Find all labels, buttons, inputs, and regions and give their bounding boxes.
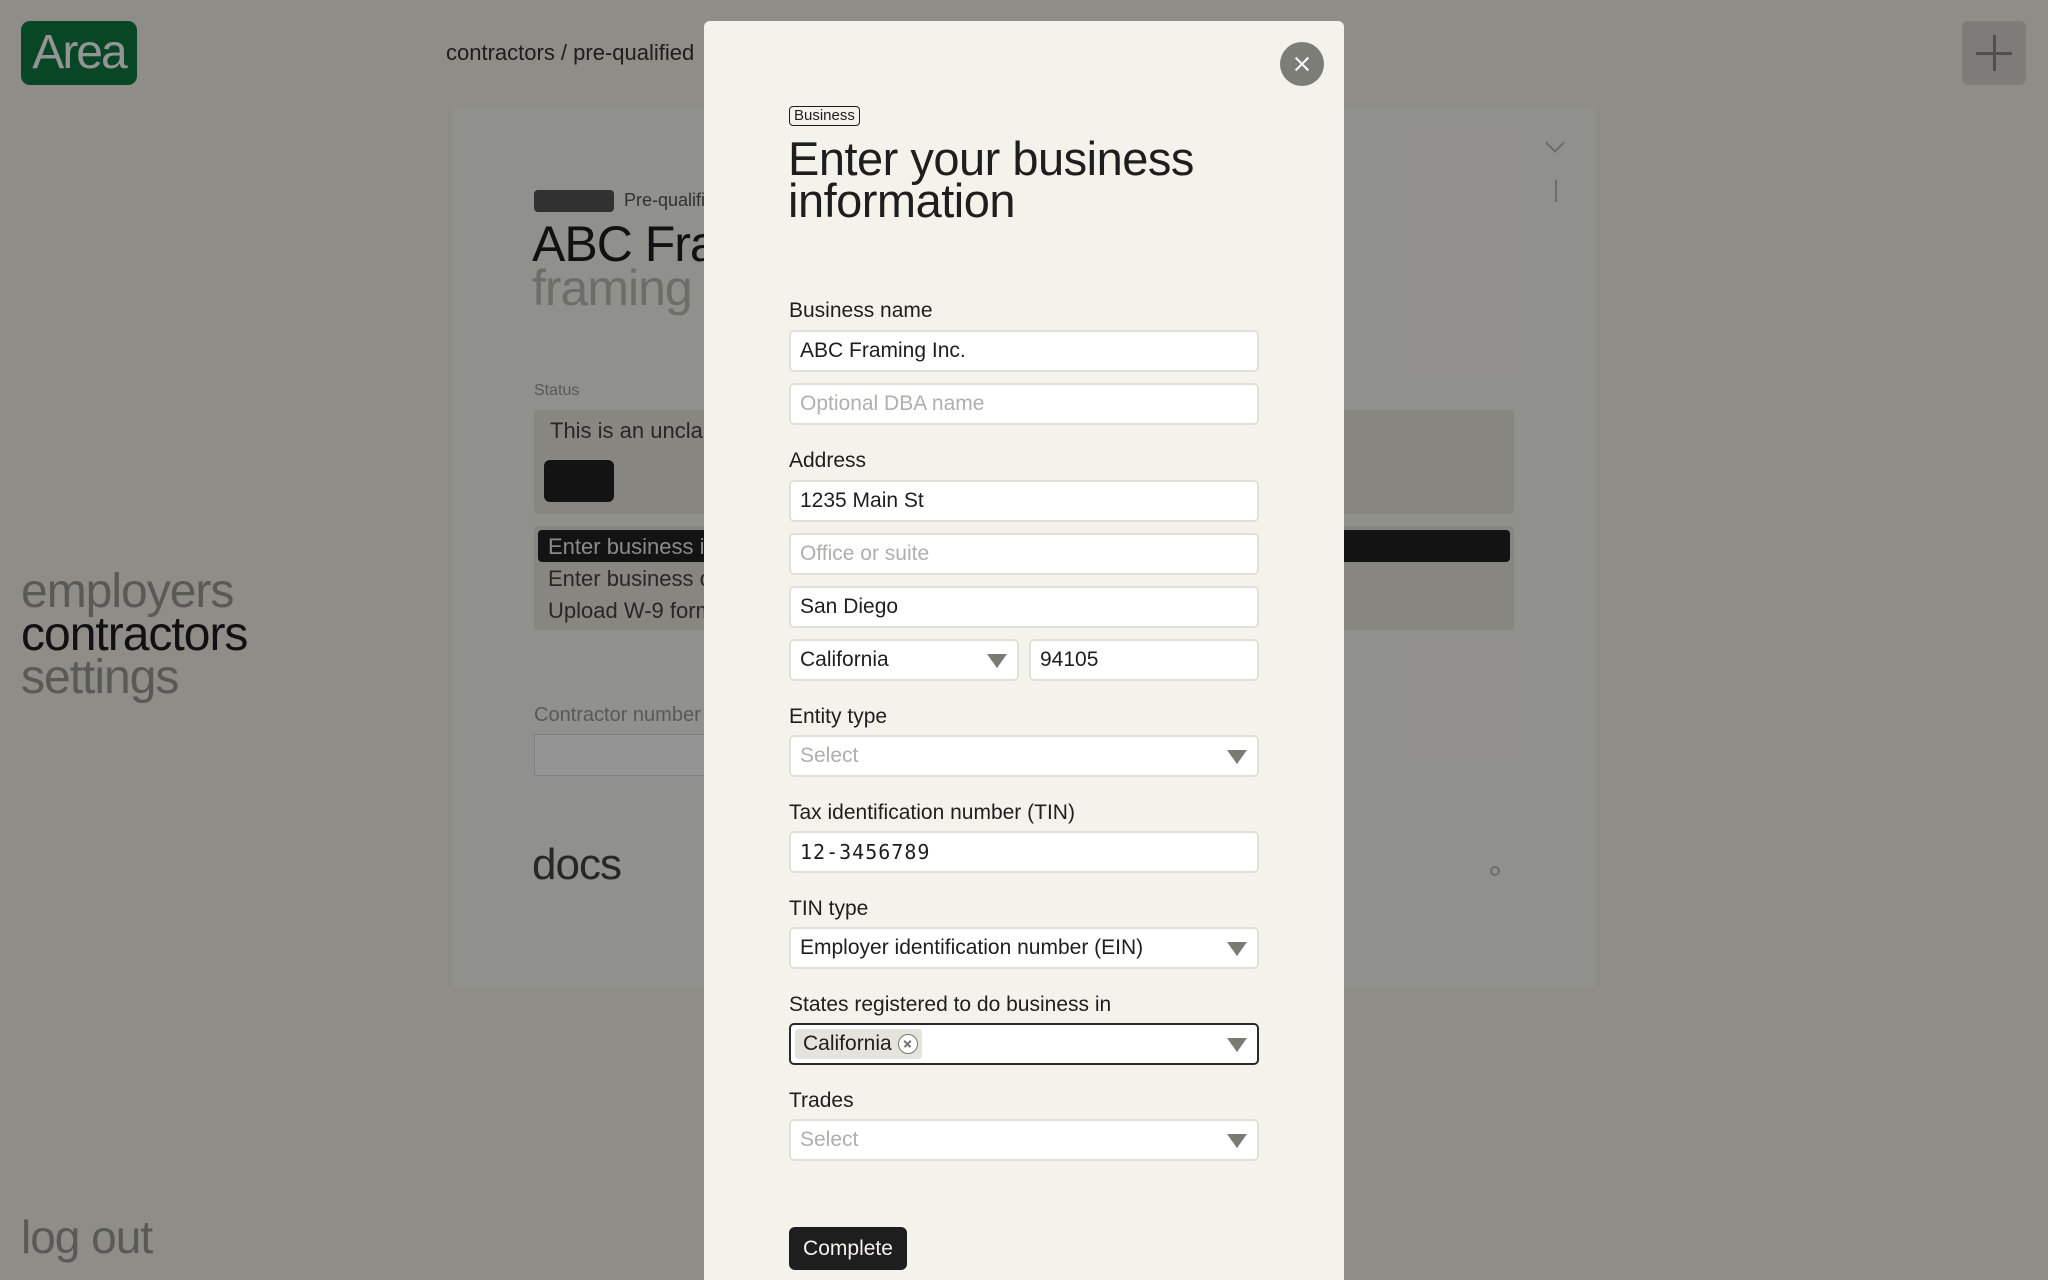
chevron-down-icon xyxy=(1227,1038,1247,1052)
chevron-down-icon xyxy=(1227,942,1247,956)
dba-name-input[interactable]: Optional DBA name xyxy=(789,383,1259,425)
business-name-input[interactable]: ABC Framing Inc. xyxy=(789,330,1259,372)
entity-type-placeholder: Select xyxy=(800,744,859,767)
address-label: Address xyxy=(789,449,867,472)
suite-input[interactable]: Office or suite xyxy=(789,533,1259,575)
trades-select[interactable]: Select xyxy=(789,1119,1259,1161)
street-input[interactable]: 1235 Main St xyxy=(789,480,1259,522)
chevron-down-icon xyxy=(1227,1134,1247,1148)
tin-type-label: TIN type xyxy=(789,897,869,920)
business-info-modal: Business Enter your business information… xyxy=(704,21,1344,1280)
states-multiselect[interactable]: California xyxy=(789,1023,1259,1065)
trades-label: Trades xyxy=(789,1089,854,1112)
entity-type-select[interactable]: Select xyxy=(789,735,1259,777)
tin-input[interactable]: 12-3456789 xyxy=(789,831,1259,873)
city-input[interactable]: San Diego xyxy=(789,586,1259,628)
state-select[interactable]: California xyxy=(789,639,1019,681)
tin-type-select[interactable]: Employer identification number (EIN) xyxy=(789,927,1259,969)
tin-label: Tax identification number (TIN) xyxy=(789,801,1075,824)
state-chip-label: California xyxy=(803,1032,892,1055)
chevron-down-icon xyxy=(1227,750,1247,764)
business-name-label: Business name xyxy=(789,299,933,322)
trades-placeholder: Select xyxy=(800,1128,859,1151)
section-tag: Business xyxy=(789,106,860,126)
remove-chip-icon[interactable] xyxy=(897,1034,918,1054)
zip-input[interactable]: 94105 xyxy=(1029,639,1259,681)
complete-button[interactable]: Complete xyxy=(789,1227,907,1270)
entity-type-label: Entity type xyxy=(789,705,888,728)
states-label: States registered to do business in xyxy=(789,993,1112,1016)
modal-title: Enter your business information xyxy=(788,132,1194,227)
tin-type-value: Employer identification number (EIN) xyxy=(800,936,1144,959)
chevron-down-icon xyxy=(987,654,1007,668)
state-select-value: California xyxy=(800,648,889,671)
close-icon[interactable] xyxy=(1280,42,1324,86)
state-chip: California xyxy=(795,1029,922,1059)
